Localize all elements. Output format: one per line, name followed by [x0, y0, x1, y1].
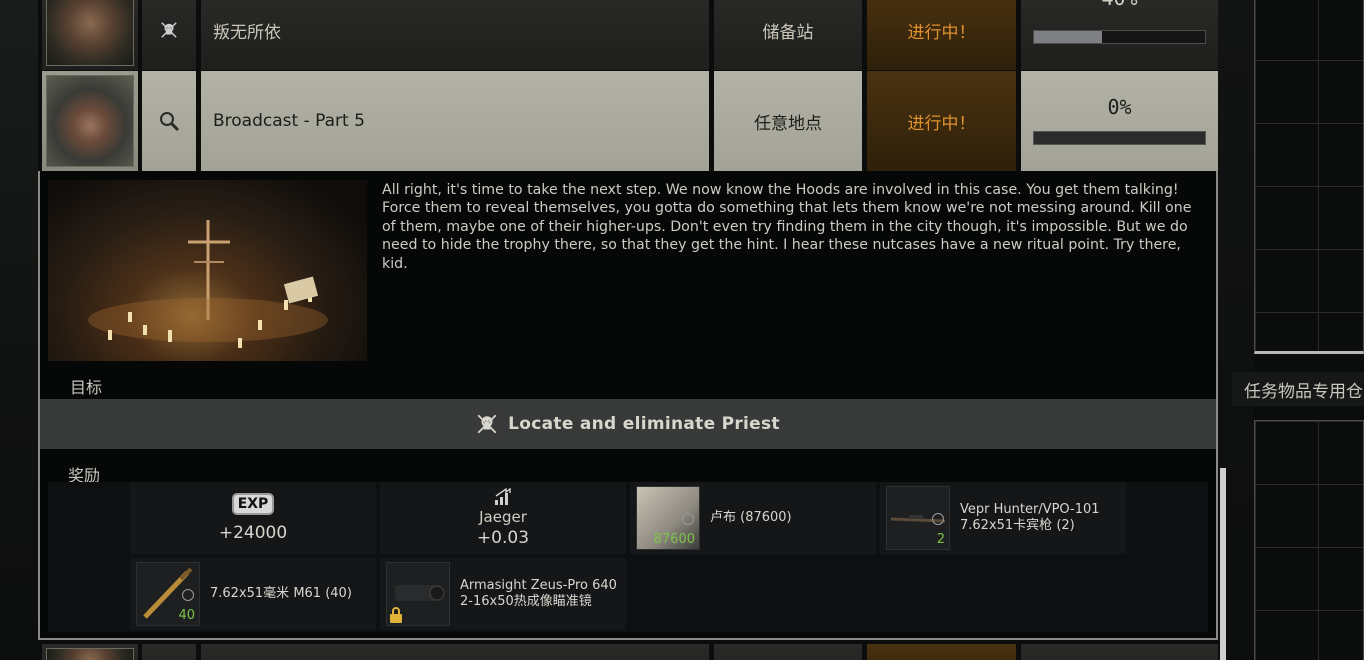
reward-item[interactable]: 87600 卢布 (87600) — [630, 482, 876, 554]
reward-exp: EXP +24000 — [130, 482, 376, 554]
skull-icon — [477, 414, 497, 434]
quest-items-grid[interactable] — [1254, 420, 1364, 660]
quest-row[interactable]: 叛无所依 储备站 进行中！ 40% — [38, 0, 1218, 70]
quest-location: 储备站 — [714, 0, 862, 70]
exp-icon: EXP — [231, 493, 275, 515]
quest-type — [142, 644, 196, 660]
quest-items-stash-label: 任务物品专用仓 — [1232, 372, 1364, 406]
quest-name-cell — [201, 644, 709, 660]
item-count: 87600 — [653, 532, 695, 547]
exp-value: +24000 — [218, 523, 288, 543]
quest-progress-cell — [1021, 644, 1218, 660]
found-in-raid-icon — [182, 589, 194, 601]
item-name-line2: 2-16x50热成像瞄准镜 — [460, 594, 592, 609]
progress-bar — [1033, 131, 1206, 145]
trader-rep-value: +0.03 — [476, 528, 530, 548]
quest-location: 任意地点 — [714, 71, 862, 171]
item-name: Armasight Zeus-Pro 640 2-16x50热成像瞄准镜 — [460, 578, 617, 610]
found-in-raid-icon — [932, 513, 944, 525]
ammo-icon: 40 — [136, 562, 200, 626]
found-in-raid-icon — [682, 513, 694, 525]
quest-name: Broadcast - Part 5 — [201, 71, 709, 171]
quest-description: All right, it's time to take the next st… — [382, 182, 1192, 272]
search-icon — [160, 112, 180, 132]
item-name-line2: 7.62x51卡宾枪 (2) — [960, 518, 1075, 533]
reward-item[interactable]: Armasight Zeus-Pro 640 2-16x50热成像瞄准镜 — [380, 558, 626, 630]
scrollbar[interactable] — [1220, 468, 1226, 660]
trader-avatar — [42, 644, 138, 660]
objective-row: Locate and eliminate Priest — [40, 399, 1216, 449]
item-count: 40 — [178, 608, 195, 623]
item-name: 卢布 (87600) — [710, 510, 792, 525]
item-count: 2 — [936, 532, 945, 547]
trader-avatar — [42, 71, 138, 171]
quest-type — [142, 71, 196, 171]
quest-name: 叛无所依 — [201, 0, 709, 70]
progress-bar — [1033, 30, 1206, 44]
skull-icon — [161, 22, 177, 38]
item-name-line1: Vepr Hunter/VPO-101 — [960, 502, 1100, 517]
reward-item[interactable]: 40 7.62x51毫米 M61 (40) — [130, 558, 376, 630]
item-name: 7.62x51毫米 M61 (40) — [210, 586, 352, 601]
quest-status: 进行中！ — [867, 0, 1016, 70]
objective-text: Locate and eliminate Priest — [508, 414, 780, 434]
quest-progress: 0% — [1021, 71, 1218, 171]
ritual-scene-image — [88, 220, 328, 348]
progress-fill — [1034, 31, 1103, 43]
quest-type — [142, 0, 196, 70]
stash-grid[interactable] — [1254, 0, 1364, 354]
quest-location-cell — [714, 644, 862, 660]
background-left — [0, 0, 38, 660]
progress-text: 40% — [1021, 0, 1218, 10]
trader-name: Jaeger — [479, 508, 527, 526]
reward-trader-rep: Jaeger +0.03 — [380, 482, 626, 554]
quest-status-cell — [867, 644, 1016, 660]
roubles-icon: 87600 — [636, 486, 700, 550]
scope-icon — [386, 562, 450, 626]
reputation-icon — [495, 488, 511, 505]
trader-avatar — [42, 0, 138, 70]
progress-text: 0% — [1107, 95, 1132, 119]
lock-icon — [390, 607, 402, 623]
quest-progress: 40% — [1021, 0, 1218, 70]
quest-image — [48, 180, 367, 361]
quest-detail-panel: All right, it's time to take the next st… — [38, 171, 1218, 640]
item-name: Vepr Hunter/VPO-101 7.62x51卡宾枪 (2) — [960, 502, 1100, 534]
objectives-label: 目标 — [70, 378, 103, 397]
quest-row-selected[interactable]: Broadcast - Part 5 任意地点 进行中！ 0% — [38, 71, 1218, 171]
rifle-icon: 2 — [886, 486, 950, 550]
item-name-line1: Armasight Zeus-Pro 640 — [460, 578, 617, 593]
reward-item[interactable]: 2 Vepr Hunter/VPO-101 7.62x51卡宾枪 (2) — [880, 482, 1126, 554]
quest-status: 进行中！ — [867, 71, 1016, 171]
quest-row[interactable] — [38, 644, 1218, 660]
